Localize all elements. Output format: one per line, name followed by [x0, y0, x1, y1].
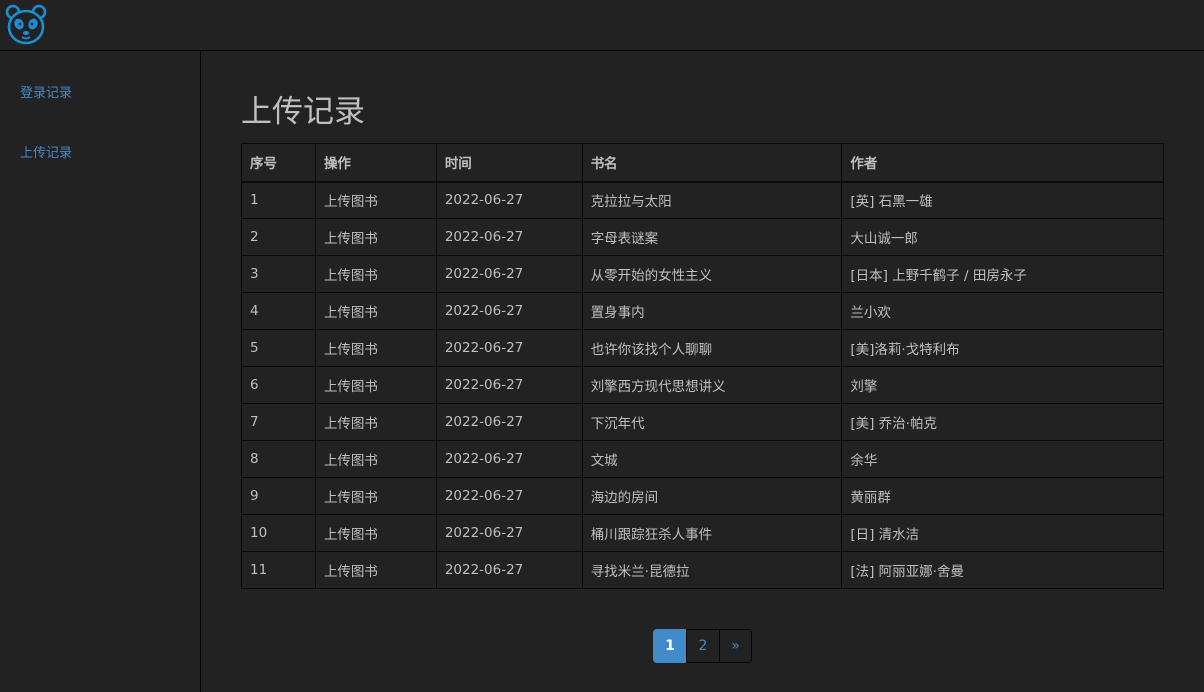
cell-index: 5 — [241, 329, 316, 367]
cell-author: [美] 乔治·帕克 — [841, 403, 1164, 441]
cell-time: 2022-06-27 — [435, 440, 583, 478]
table-row: 5 上传图书 2022-06-27 也许你该找个人聊聊 [美]洛莉·戈特利布 — [241, 329, 1164, 367]
panda-logo-icon[interactable] — [4, 3, 48, 47]
table-body: 1 上传图书 2022-06-27 克拉拉与太阳 [英] 石黑一雄 2 上传图书 2022-0… — [241, 181, 1164, 589]
table-row: 6 上传图书 2022-06-27 刘擎西方现代思想讲义 刘擎 — [241, 366, 1164, 404]
cell-author: [日本] 上野千鹤子 / 田房永子 — [841, 255, 1164, 293]
cell-time: 2022-06-27 — [435, 218, 583, 256]
page-title: 上传记录 — [241, 94, 365, 130]
cell-author: [日] 清水洁 — [841, 514, 1164, 552]
top-navbar — [0, 0, 1204, 51]
cell-action: 上传图书 — [314, 366, 437, 404]
table-row: 1 上传图书 2022-06-27 克拉拉与太阳 [英] 石黑一雄 — [241, 181, 1164, 219]
cell-index: 4 — [241, 292, 316, 330]
column-header-time: 时间 — [435, 143, 583, 183]
sidebar: 登录记录 上传记录 — [0, 51, 201, 692]
cell-book-title: 海边的房间 — [581, 477, 843, 515]
cell-index: 3 — [241, 255, 316, 293]
cell-action: 上传图书 — [314, 440, 437, 478]
table-row: 8 上传图书 2022-06-27 文城 余华 — [241, 440, 1164, 478]
cell-time: 2022-06-27 — [435, 514, 583, 552]
cell-time: 2022-06-27 — [435, 366, 583, 404]
column-header-book-title: 书名 — [581, 143, 843, 183]
cell-book-title: 也许你该找个人聊聊 — [581, 329, 843, 367]
cell-action: 上传图书 — [314, 403, 437, 441]
cell-time: 2022-06-27 — [435, 255, 583, 293]
cell-author: [英] 石黑一雄 — [841, 181, 1164, 219]
cell-book-title: 置身事内 — [581, 292, 843, 330]
table-row: 7 上传图书 2022-06-27 下沉年代 [美] 乔治·帕克 — [241, 403, 1164, 441]
cell-action: 上传图书 — [314, 292, 437, 330]
cell-index: 1 — [241, 181, 316, 219]
cell-author: 刘擎 — [841, 366, 1164, 404]
cell-book-title: 桶川跟踪狂杀人事件 — [581, 514, 843, 552]
sidebar-item-login-records[interactable]: 登录记录 — [20, 82, 72, 101]
main-content: 上传记录 序号 操作 时间 书名 作者 1 上传图书 2022-06-27 克拉拉与太… — [201, 51, 1204, 692]
cell-author: 余华 — [841, 440, 1164, 478]
table-header-row: 序号 操作 时间 书名 作者 — [241, 143, 1164, 183]
cell-book-title: 文城 — [581, 440, 843, 478]
upload-records-table: 序号 操作 时间 书名 作者 1 上传图书 2022-06-27 克拉拉与太阳 [英] … — [241, 143, 1164, 589]
sidebar-item-upload-records[interactable]: 上传记录 — [20, 142, 72, 161]
table-row: 10 上传图书 2022-06-27 桶川跟踪狂杀人事件 [日] 清水洁 — [241, 514, 1164, 552]
cell-author: [美]洛莉·戈特利布 — [841, 329, 1164, 367]
cell-book-title: 下沉年代 — [581, 403, 843, 441]
cell-action: 上传图书 — [314, 218, 437, 256]
cell-author: 大山诚一郎 — [841, 218, 1164, 256]
cell-author: [法] 阿丽亚娜·舍曼 — [841, 551, 1164, 589]
cell-author: 兰小欢 — [841, 292, 1164, 330]
cell-action: 上传图书 — [314, 181, 437, 219]
column-header-index: 序号 — [241, 143, 316, 183]
table-row: 9 上传图书 2022-06-27 海边的房间 黄丽群 — [241, 477, 1164, 515]
page-2-button[interactable]: 2 — [686, 629, 720, 663]
cell-time: 2022-06-27 — [435, 403, 583, 441]
cell-book-title: 寻找米兰·昆德拉 — [581, 551, 843, 589]
page-1-button[interactable]: 1 — [653, 629, 687, 663]
cell-book-title: 刘擎西方现代思想讲义 — [581, 366, 843, 404]
cell-action: 上传图书 — [314, 551, 437, 589]
cell-time: 2022-06-27 — [435, 477, 583, 515]
cell-time: 2022-06-27 — [435, 292, 583, 330]
table-row: 2 上传图书 2022-06-27 字母表谜案 大山诚一郎 — [241, 218, 1164, 256]
table-row: 11 上传图书 2022-06-27 寻找米兰·昆德拉 [法] 阿丽亚娜·舍曼 — [241, 551, 1164, 589]
cell-index: 7 — [241, 403, 316, 441]
cell-index: 2 — [241, 218, 316, 256]
cell-author: 黄丽群 — [841, 477, 1164, 515]
cell-index: 11 — [241, 551, 316, 589]
cell-action: 上传图书 — [314, 514, 437, 552]
cell-index: 8 — [241, 440, 316, 478]
cell-index: 10 — [241, 514, 316, 552]
table-row: 3 上传图书 2022-06-27 从零开始的女性主义 [日本] 上野千鹤子 / 田房永… — [241, 255, 1164, 293]
cell-action: 上传图书 — [314, 329, 437, 367]
cell-time: 2022-06-27 — [435, 551, 583, 589]
column-header-action: 操作 — [314, 143, 437, 183]
cell-time: 2022-06-27 — [435, 329, 583, 367]
cell-book-title: 克拉拉与太阳 — [581, 181, 843, 219]
cell-book-title: 字母表谜案 — [581, 218, 843, 256]
cell-action: 上传图书 — [314, 477, 437, 515]
column-header-author: 作者 — [841, 143, 1164, 183]
next-page-button[interactable]: » — [719, 629, 752, 663]
cell-time: 2022-06-27 — [435, 181, 583, 219]
cell-book-title: 从零开始的女性主义 — [581, 255, 843, 293]
cell-action: 上传图书 — [314, 255, 437, 293]
table-row: 4 上传图书 2022-06-27 置身事内 兰小欢 — [241, 292, 1164, 330]
cell-index: 9 — [241, 477, 316, 515]
pagination: 1 2 » — [653, 629, 752, 663]
cell-index: 6 — [241, 366, 316, 404]
